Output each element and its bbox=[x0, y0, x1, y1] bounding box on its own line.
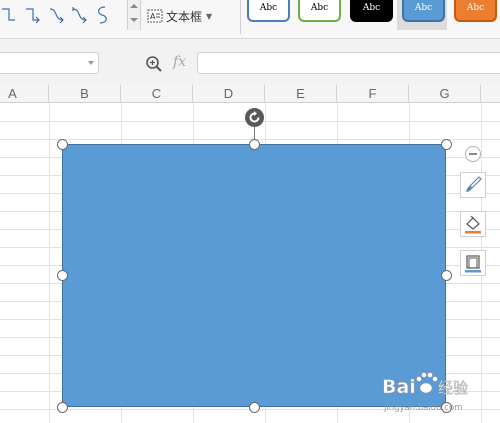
column-header-d[interactable]: D bbox=[193, 85, 265, 103]
shape-style-swatch-3[interactable]: Abc bbox=[350, 0, 393, 22]
insert-function-button[interactable]: fx bbox=[173, 54, 186, 70]
elbow-connector-icon[interactable] bbox=[2, 8, 15, 21]
scroll-down-icon[interactable] bbox=[130, 18, 138, 22]
watermark-url: jingyan.baidu.com bbox=[383, 403, 462, 413]
rotate-icon bbox=[249, 111, 260, 123]
shape-outline-button[interactable] bbox=[460, 250, 486, 276]
column-header-f[interactable]: F bbox=[337, 85, 409, 103]
outline-icon bbox=[465, 255, 481, 273]
shape-style-swatch-2[interactable]: Abc bbox=[298, 0, 341, 22]
scroll-up-icon[interactable] bbox=[130, 4, 138, 8]
shape-style-swatch-1[interactable]: Abc bbox=[247, 0, 290, 22]
shape-style-swatch-5[interactable]: Abc bbox=[454, 0, 497, 22]
resize-handle-top-left[interactable] bbox=[56, 138, 68, 150]
resize-handle-middle-left[interactable] bbox=[56, 269, 68, 281]
chevron-down-icon: ▼ bbox=[206, 11, 213, 21]
paw-icon bbox=[416, 372, 438, 394]
chevron-down-icon[interactable] bbox=[88, 61, 94, 65]
baidu-jingyan-watermark: Bai 经验 jingyan.baidu.com bbox=[380, 366, 500, 416]
ribbon-separator bbox=[240, 0, 241, 34]
s-connector-icon[interactable] bbox=[98, 6, 107, 24]
curved-connector-icon[interactable] bbox=[49, 8, 64, 24]
shape-fill-button[interactable] bbox=[460, 211, 486, 237]
name-box[interactable] bbox=[0, 52, 99, 74]
column-header-g[interactable]: G bbox=[409, 85, 481, 103]
watermark-brand-left: Bai bbox=[382, 376, 416, 398]
textbox-label: 文本框 bbox=[166, 9, 203, 24]
column-header-c[interactable]: C bbox=[121, 85, 193, 103]
zoom-icon[interactable] bbox=[145, 55, 163, 73]
watermark-brand-right: 经验 bbox=[438, 379, 468, 397]
connector-shapes-gallery[interactable] bbox=[0, 2, 125, 28]
resize-handle-top-right[interactable] bbox=[440, 138, 452, 150]
ribbon-toolbar: A 文本框 ▼ Abc Abc Abc Abc Abc bbox=[0, 0, 500, 39]
resize-handle-middle-right[interactable] bbox=[440, 269, 452, 281]
collapse-icon[interactable] bbox=[465, 146, 481, 162]
elbow-connector-arrow-icon[interactable] bbox=[26, 8, 40, 24]
column-header-b[interactable]: B bbox=[49, 85, 121, 103]
column-headers: A B C D E F G bbox=[0, 85, 500, 103]
gallery-scroll[interactable] bbox=[127, 0, 141, 30]
formula-bar: fx bbox=[0, 39, 500, 85]
column-header-a[interactable]: A bbox=[0, 85, 49, 103]
textbox-button[interactable]: A 文本框 ▼ bbox=[147, 6, 212, 26]
rotate-handle[interactable] bbox=[245, 108, 264, 127]
resize-handle-bottom-left[interactable] bbox=[56, 401, 68, 413]
fill-bucket-icon bbox=[465, 215, 481, 234]
shape-style-button[interactable] bbox=[460, 172, 486, 198]
resize-handle-top-center[interactable] bbox=[248, 138, 260, 150]
curved-connector-arrow-icon[interactable] bbox=[72, 7, 87, 24]
textbox-icon: A bbox=[147, 9, 163, 23]
shape-style-swatch-4[interactable]: Abc bbox=[402, 0, 445, 22]
svg-text:A: A bbox=[150, 12, 156, 21]
formula-input[interactable] bbox=[197, 52, 500, 74]
resize-handle-bottom-center[interactable] bbox=[248, 401, 260, 413]
brush-icon bbox=[466, 176, 482, 192]
column-header-e[interactable]: E bbox=[265, 85, 337, 103]
